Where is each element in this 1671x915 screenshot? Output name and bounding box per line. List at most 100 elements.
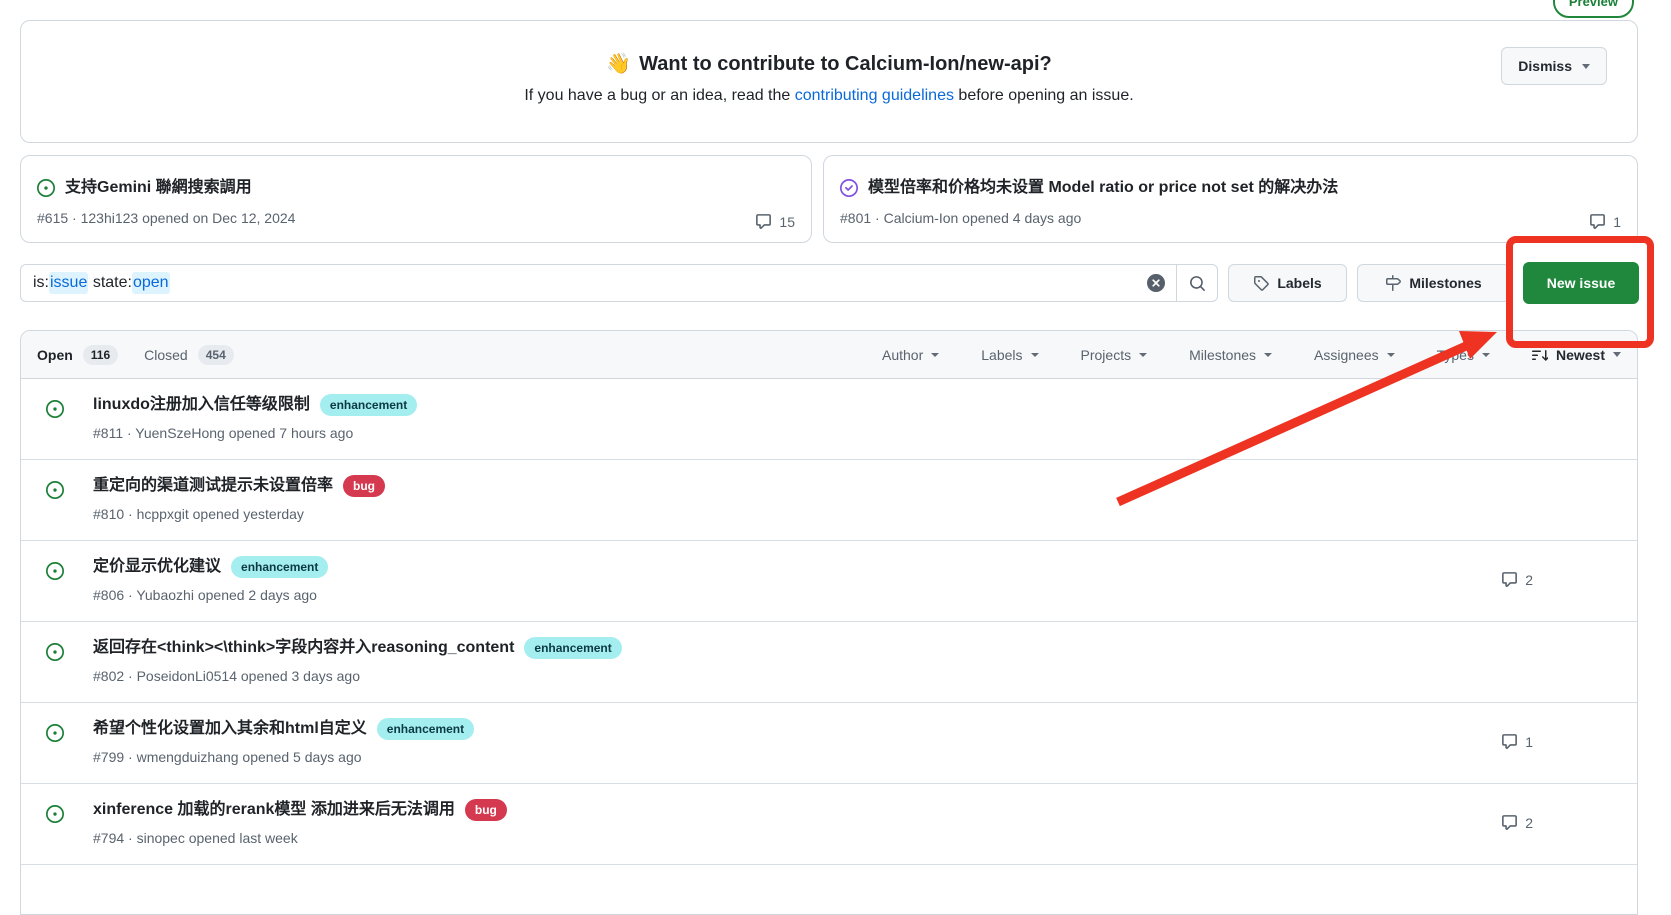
filter-dropdown-author[interactable]: Author — [882, 347, 939, 363]
issue-meta: #810 · hcppxgit opened yesterday — [93, 506, 304, 522]
filter-dropdown-assignees[interactable]: Assignees — [1314, 347, 1395, 363]
new-issue-button[interactable]: New issue — [1523, 262, 1639, 304]
pinned-issue-card[interactable]: 支持Gemini 聯網搜索調用 #615 · 123hi123 opened o… — [20, 155, 812, 243]
comment-count[interactable]: 2 — [1501, 571, 1533, 588]
chevron-down-icon — [1031, 353, 1039, 357]
comment-count-value: 15 — [779, 214, 795, 230]
search-token-highlighted: open — [132, 272, 170, 294]
filter-dropdown-projects[interactable]: Projects — [1081, 347, 1148, 363]
pinned-issue-title[interactable]: 支持Gemini 聯網搜索調用 — [65, 176, 252, 200]
issue-title[interactable]: 定价显示优化建议 — [93, 555, 221, 579]
banner-subtitle-prefix: If you have a bug or an idea, read the — [524, 87, 794, 104]
chevron-down-icon — [1482, 353, 1490, 357]
open-issue-icon — [46, 805, 64, 823]
pinned-issue-meta: #615 · 123hi123 opened on Dec 12, 2024 — [37, 210, 795, 226]
wave-emoji-icon: 👋 — [606, 53, 631, 75]
filter-dropdown-milestones[interactable]: Milestones — [1189, 347, 1272, 363]
sort-label: Newest — [1556, 347, 1605, 363]
banner-subtitle-suffix: before opening an issue. — [954, 87, 1134, 104]
pinned-issue-meta: #801 · Calcium-Ion opened 4 days ago — [840, 210, 1621, 226]
clear-search-icon[interactable] — [1147, 274, 1165, 292]
filter-label: Author — [882, 347, 923, 363]
preview-button[interactable]: Preview — [1553, 0, 1634, 18]
search-token: state: — [93, 274, 132, 292]
comment-icon — [1501, 733, 1518, 750]
issue-meta: #806 · Yubaozhi opened 2 days ago — [93, 587, 317, 603]
comment-count[interactable]: 1 — [1501, 733, 1533, 750]
filter-label: Labels — [981, 347, 1022, 363]
contribute-banner: 👋Want to contribute to Calcium-Ion/new-a… — [20, 20, 1638, 143]
open-issue-icon — [46, 481, 64, 499]
banner-subtitle: If you have a bug or an idea, read the c… — [21, 87, 1637, 105]
pinned-issue-card[interactable]: 模型倍率和价格均未设置 Model ratio or price not set… — [823, 155, 1638, 243]
issues-list: Open 116 Closed 454 Author Labels Projec… — [20, 330, 1638, 915]
issue-title[interactable]: linuxdo注册加入信任等级限制 — [93, 393, 310, 417]
comment-icon — [755, 213, 772, 230]
issue-row[interactable]: 希望个性化设置加入其余和html自定义 enhancement #799 · w… — [21, 703, 1637, 784]
issue-title[interactable]: 重定向的渠道测试提示未设置倍率 — [93, 474, 333, 498]
chevron-down-icon — [1139, 353, 1147, 357]
sort-desc-icon — [1532, 347, 1548, 363]
dismiss-button[interactable]: Dismiss — [1501, 47, 1607, 85]
search-token-highlighted: issue — [49, 272, 88, 294]
filter-dropdown-types[interactable]: Types — [1437, 347, 1490, 363]
comment-count-value: 2 — [1525, 572, 1533, 588]
filter-label: Types — [1437, 347, 1474, 363]
issue-meta: #799 · wmengduizhang opened 5 days ago — [93, 749, 362, 765]
issue-rows: linuxdo注册加入信任等级限制 enhancement #811 · Yue… — [21, 379, 1637, 865]
filter-bar: Author Labels Projects Milestones Assign… — [882, 347, 1621, 363]
filter-dropdown-labels[interactable]: Labels — [981, 347, 1038, 363]
labels-button-label: Labels — [1277, 275, 1321, 291]
issue-row[interactable]: linuxdo注册加入信任等级限制 enhancement #811 · Yue… — [21, 379, 1637, 460]
chevron-down-icon — [1264, 353, 1272, 357]
state-tabs: Open 116 Closed 454 — [37, 345, 234, 365]
issue-row[interactable]: 重定向的渠道测试提示未设置倍率 bug #810 · hcppxgit open… — [21, 460, 1637, 541]
tab-open[interactable]: Open — [37, 347, 73, 363]
issue-title[interactable]: 希望个性化设置加入其余和html自定义 — [93, 717, 367, 741]
issue-label-enhancement[interactable]: enhancement — [377, 718, 474, 740]
tag-icon — [1253, 275, 1269, 291]
chevron-down-icon — [931, 353, 939, 357]
comment-count-value: 1 — [1525, 734, 1533, 750]
milestones-button-label: Milestones — [1409, 275, 1481, 291]
closed-issue-icon — [840, 179, 858, 197]
issue-label-enhancement[interactable]: enhancement — [231, 556, 328, 578]
issue-label-enhancement[interactable]: enhancement — [320, 394, 417, 416]
issue-meta: #794 · sinopec opened last week — [93, 830, 298, 846]
issue-row[interactable]: 返回存在<think><\think>字段内容并入reasoning_conte… — [21, 622, 1637, 703]
comment-count[interactable]: 2 — [1501, 814, 1533, 831]
search-icon[interactable] — [1176, 265, 1217, 301]
issue-title[interactable]: xinference 加载的rerank模型 添加进来后无法调用 — [93, 798, 455, 822]
tab-closed[interactable]: Closed — [144, 347, 188, 363]
comment-icon — [1589, 213, 1606, 230]
filter-label: Milestones — [1189, 347, 1256, 363]
chevron-down-icon — [1582, 64, 1590, 69]
issue-row[interactable]: 定价显示优化建议 enhancement #806 · Yubaozhi ope… — [21, 541, 1637, 622]
issue-label-bug[interactable]: bug — [343, 475, 385, 497]
sort-dropdown[interactable]: Newest — [1532, 347, 1621, 363]
labels-button[interactable]: Labels — [1228, 264, 1347, 302]
issue-title[interactable]: 返回存在<think><\think>字段内容并入reasoning_conte… — [93, 636, 514, 660]
issue-row[interactable]: xinference 加载的rerank模型 添加进来后无法调用 bug #79… — [21, 784, 1637, 865]
comment-count-value: 1 — [1613, 214, 1621, 230]
open-issue-icon — [37, 179, 55, 197]
search-input[interactable]: is:issue state:open — [20, 264, 1218, 302]
open-issue-icon — [46, 724, 64, 742]
comment-icon — [1501, 571, 1518, 588]
issue-label-bug[interactable]: bug — [465, 799, 507, 821]
comment-count[interactable]: 1 — [1589, 213, 1621, 230]
milestones-button[interactable]: Milestones — [1357, 264, 1510, 302]
filter-label: Projects — [1081, 347, 1132, 363]
issue-label-enhancement[interactable]: enhancement — [524, 637, 621, 659]
issues-list-header: Open 116 Closed 454 Author Labels Projec… — [21, 331, 1637, 379]
closed-count-badge: 454 — [198, 345, 234, 365]
pinned-issues: 支持Gemini 聯網搜索調用 #615 · 123hi123 opened o… — [20, 155, 1638, 243]
open-issue-icon — [46, 400, 64, 418]
dismiss-label: Dismiss — [1518, 58, 1572, 74]
search-token: is: — [33, 274, 49, 292]
contributing-guidelines-link[interactable]: contributing guidelines — [795, 87, 954, 104]
issue-meta: #811 · YuenSzeHong opened 7 hours ago — [93, 425, 353, 441]
comment-count-value: 2 — [1525, 815, 1533, 831]
pinned-issue-title[interactable]: 模型倍率和价格均未设置 Model ratio or price not set… — [868, 176, 1338, 200]
comment-count[interactable]: 15 — [755, 213, 795, 230]
